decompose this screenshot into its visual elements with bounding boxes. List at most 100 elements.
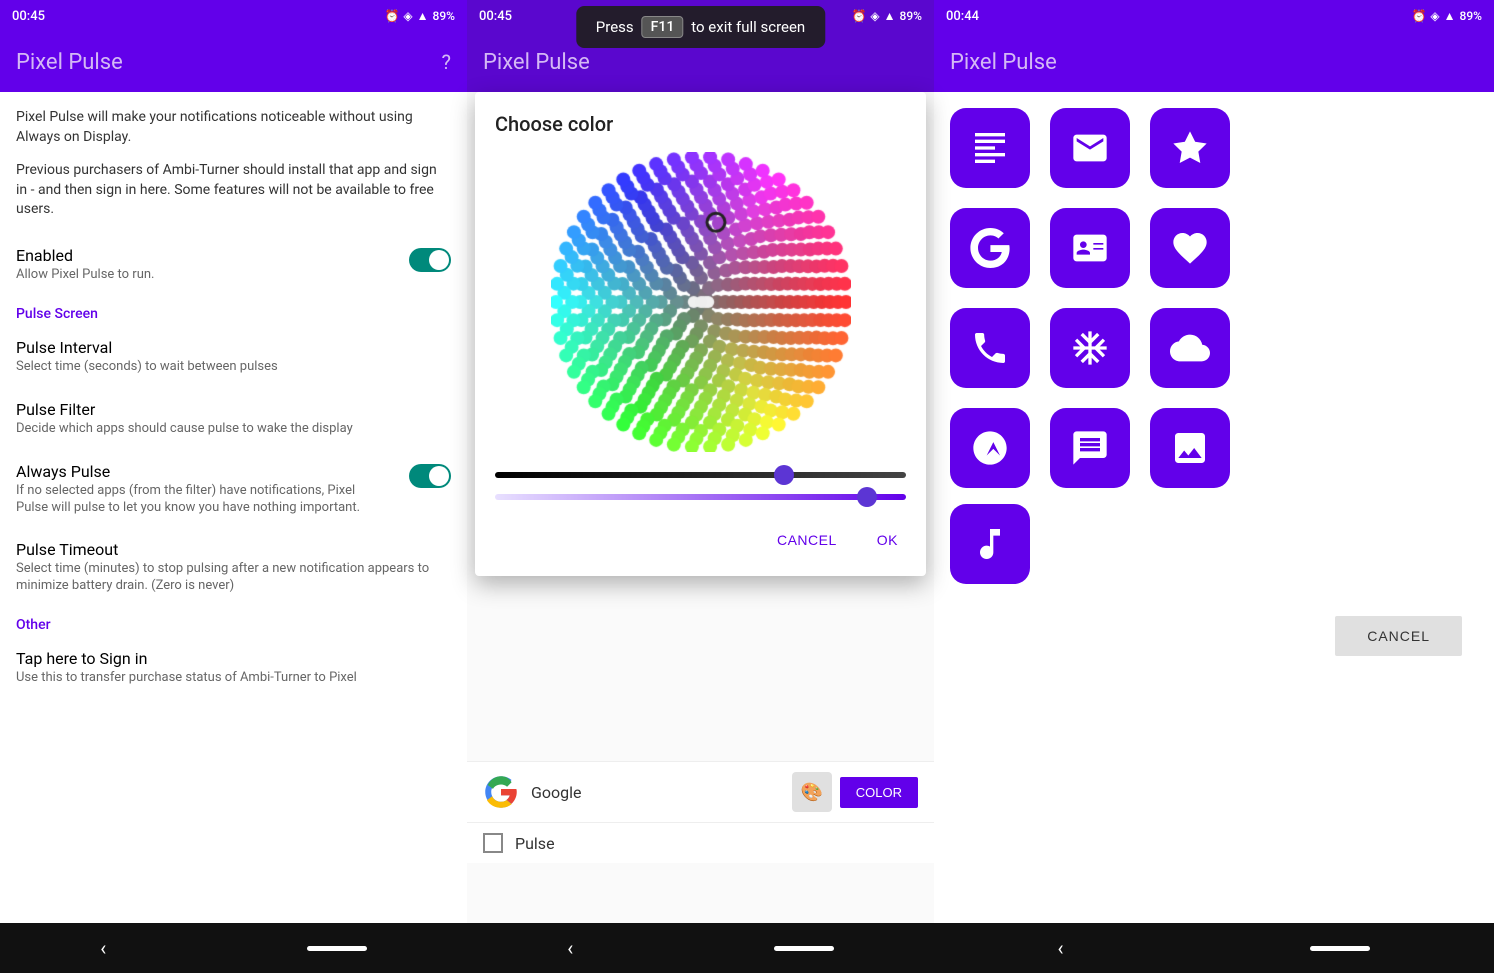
app-tile-mail[interactable]: [1050, 108, 1130, 188]
home-pill-2[interactable]: [774, 946, 834, 951]
app-tile-google[interactable]: [950, 208, 1030, 288]
f11-key: F11: [642, 16, 684, 38]
app-grid: [934, 92, 1494, 504]
app-tile-music[interactable]: [950, 504, 1030, 584]
settings-content: Pixel Pulse will make your notifications…: [0, 92, 467, 923]
status-bar-3: 00:44 ⏰ ◈ ▲ 89%: [934, 0, 1494, 32]
desc-pulse-filter: Decide which apps should cause pulse to …: [16, 421, 451, 438]
dialog-title: Choose color: [495, 112, 906, 136]
help-icon[interactable]: ?: [442, 50, 451, 74]
notes-icon: [970, 128, 1010, 168]
battery-2: 89%: [900, 9, 922, 23]
setting-pulse-interval[interactable]: Pulse Interval Select time (seconds) to …: [16, 326, 451, 388]
app-tile-gallery[interactable]: [1150, 408, 1230, 488]
app-title-1: Pixel Pulse: [16, 50, 123, 75]
desc-pulse-timeout: Select time (minutes) to stop pulsing af…: [16, 561, 451, 595]
setting-tap-sign-in[interactable]: Tap here to Sign in Use this to transfer…: [16, 637, 451, 699]
home-pill-1[interactable]: [307, 946, 367, 951]
exit-fullscreen-label: to exit full screen: [691, 18, 805, 36]
color-slider-track[interactable]: [495, 494, 906, 500]
status-icons-1: ⏰ ◈ ▲ 89%: [384, 9, 455, 23]
music-icon: [970, 524, 1010, 564]
bottom-nav-2: ‹: [467, 923, 934, 973]
app-tile-heart[interactable]: [1150, 208, 1230, 288]
dialog-cancel-button[interactable]: CANCEL: [769, 524, 845, 556]
setting-title-enabled: Enabled: [16, 246, 154, 265]
alarm-icon: ⏰: [384, 9, 399, 23]
desc-always-pulse: If no selected apps (from the filter) ha…: [16, 483, 364, 517]
app-title-3: Pixel Pulse: [950, 50, 1057, 75]
google-g-icon: [970, 228, 1010, 268]
panel-app-grid: 00:44 ⏰ ◈ ▲ 89% Pixel Pulse: [934, 0, 1494, 973]
toggle-enabled[interactable]: [409, 248, 451, 272]
toolbar-3: Pixel Pulse: [934, 32, 1494, 92]
gallery-icon: [1170, 428, 1210, 468]
dialog-ok-button[interactable]: OK: [869, 524, 906, 556]
google-app-row: Google 🎨 COLOR: [467, 761, 934, 822]
color-picker-dialog: Choose color CANCEL OK: [475, 92, 926, 576]
google-color-icon-btn[interactable]: 🎨: [792, 772, 832, 812]
setting-pulse-timeout[interactable]: Pulse Timeout Select time (minutes) to s…: [16, 528, 451, 607]
mail-icon: [1070, 128, 1110, 168]
app-tile-compass[interactable]: [950, 408, 1030, 488]
app-tile-id[interactable]: [1050, 208, 1130, 288]
wifi-icon-3: ▲: [1444, 9, 1456, 23]
time-2: 00:45: [479, 9, 512, 24]
back-button-1[interactable]: ‹: [100, 936, 106, 960]
panel-color-picker: 00:45 ⏰ ◈ ▲ 89% Pixel Pulse Press F11 to…: [467, 0, 934, 973]
back-button-2[interactable]: ‹: [567, 936, 573, 960]
title-pulse-timeout: Pulse Timeout: [16, 540, 451, 559]
home-pill-3[interactable]: [1310, 946, 1370, 951]
battery-3: 89%: [1460, 9, 1482, 23]
setting-desc-enabled: Allow Pixel Pulse to run.: [16, 267, 154, 284]
press-label: Press: [596, 18, 634, 36]
bottom-nav-1: ‹: [0, 923, 467, 973]
desc-tap-sign-in: Use this to transfer purchase status of …: [16, 670, 451, 687]
id-card-icon: [1070, 228, 1110, 268]
desc-pulse-interval: Select time (seconds) to wait between pu…: [16, 359, 451, 376]
toggle-always-pulse[interactable]: [409, 464, 451, 488]
color-wheel-container[interactable]: [495, 152, 906, 452]
status-icons-2: ⏰ ◈ ▲ 89%: [851, 9, 922, 23]
app-tile-notes[interactable]: [950, 108, 1030, 188]
battery-1: 89%: [433, 9, 455, 23]
brightness-slider-track[interactable]: [495, 472, 906, 478]
status-bar-1: 00:45 ⏰ ◈ ▲ 89%: [0, 0, 467, 32]
title-always-pulse: Always Pulse: [16, 462, 364, 481]
pulse-app-name: Pulse: [515, 834, 918, 853]
pulse-checkbox[interactable]: [483, 833, 503, 853]
color-slider-container: [495, 494, 906, 500]
alarm-icon-3: ⏰: [1411, 9, 1426, 23]
section-other: Other: [16, 607, 451, 637]
cancel-button[interactable]: CANCEL: [1335, 616, 1462, 656]
heart-icon: [1170, 228, 1210, 268]
brightness-slider-container: [495, 472, 906, 478]
google-color-button[interactable]: COLOR: [840, 777, 918, 808]
app-tile-star[interactable]: [1150, 108, 1230, 188]
fullscreen-hint: Press F11 to exit full screen: [576, 6, 825, 48]
snowflake-icon: [1070, 328, 1110, 368]
app-tile-cloud[interactable]: [1150, 308, 1230, 388]
intro-text-2: Previous purchasers of Ambi-Turner shoul…: [16, 161, 451, 220]
wifi-icon-2: ▲: [884, 9, 896, 23]
color-thumb[interactable]: [857, 487, 877, 507]
title-pulse-interval: Pulse Interval: [16, 338, 451, 357]
setting-enabled: Enabled Allow Pixel Pulse to run.: [16, 234, 451, 296]
title-pulse-filter: Pulse Filter: [16, 400, 451, 419]
star-icon: [1170, 128, 1210, 168]
intro-text-1: Pixel Pulse will make your notifications…: [16, 108, 451, 147]
app-tile-phone[interactable]: [950, 308, 1030, 388]
brightness-thumb[interactable]: [774, 465, 794, 485]
app-title-2: Pixel Pulse: [483, 50, 590, 75]
setting-pulse-filter[interactable]: Pulse Filter Decide which apps should ca…: [16, 388, 451, 450]
status-icons-3: ⏰ ◈ ▲ 89%: [1411, 9, 1482, 23]
setting-always-pulse: Always Pulse If no selected apps (from t…: [16, 450, 451, 529]
color-wheel-canvas[interactable]: [551, 152, 851, 452]
app-tile-chat[interactable]: [1050, 408, 1130, 488]
brightness-icon: ◈: [403, 9, 412, 23]
app-tile-snowflake[interactable]: [1050, 308, 1130, 388]
time-1: 00:45: [12, 9, 45, 24]
back-button-3[interactable]: ‹: [1057, 936, 1063, 960]
alarm-icon-2: ⏰: [851, 9, 866, 23]
cancel-container: CANCEL: [934, 600, 1494, 688]
